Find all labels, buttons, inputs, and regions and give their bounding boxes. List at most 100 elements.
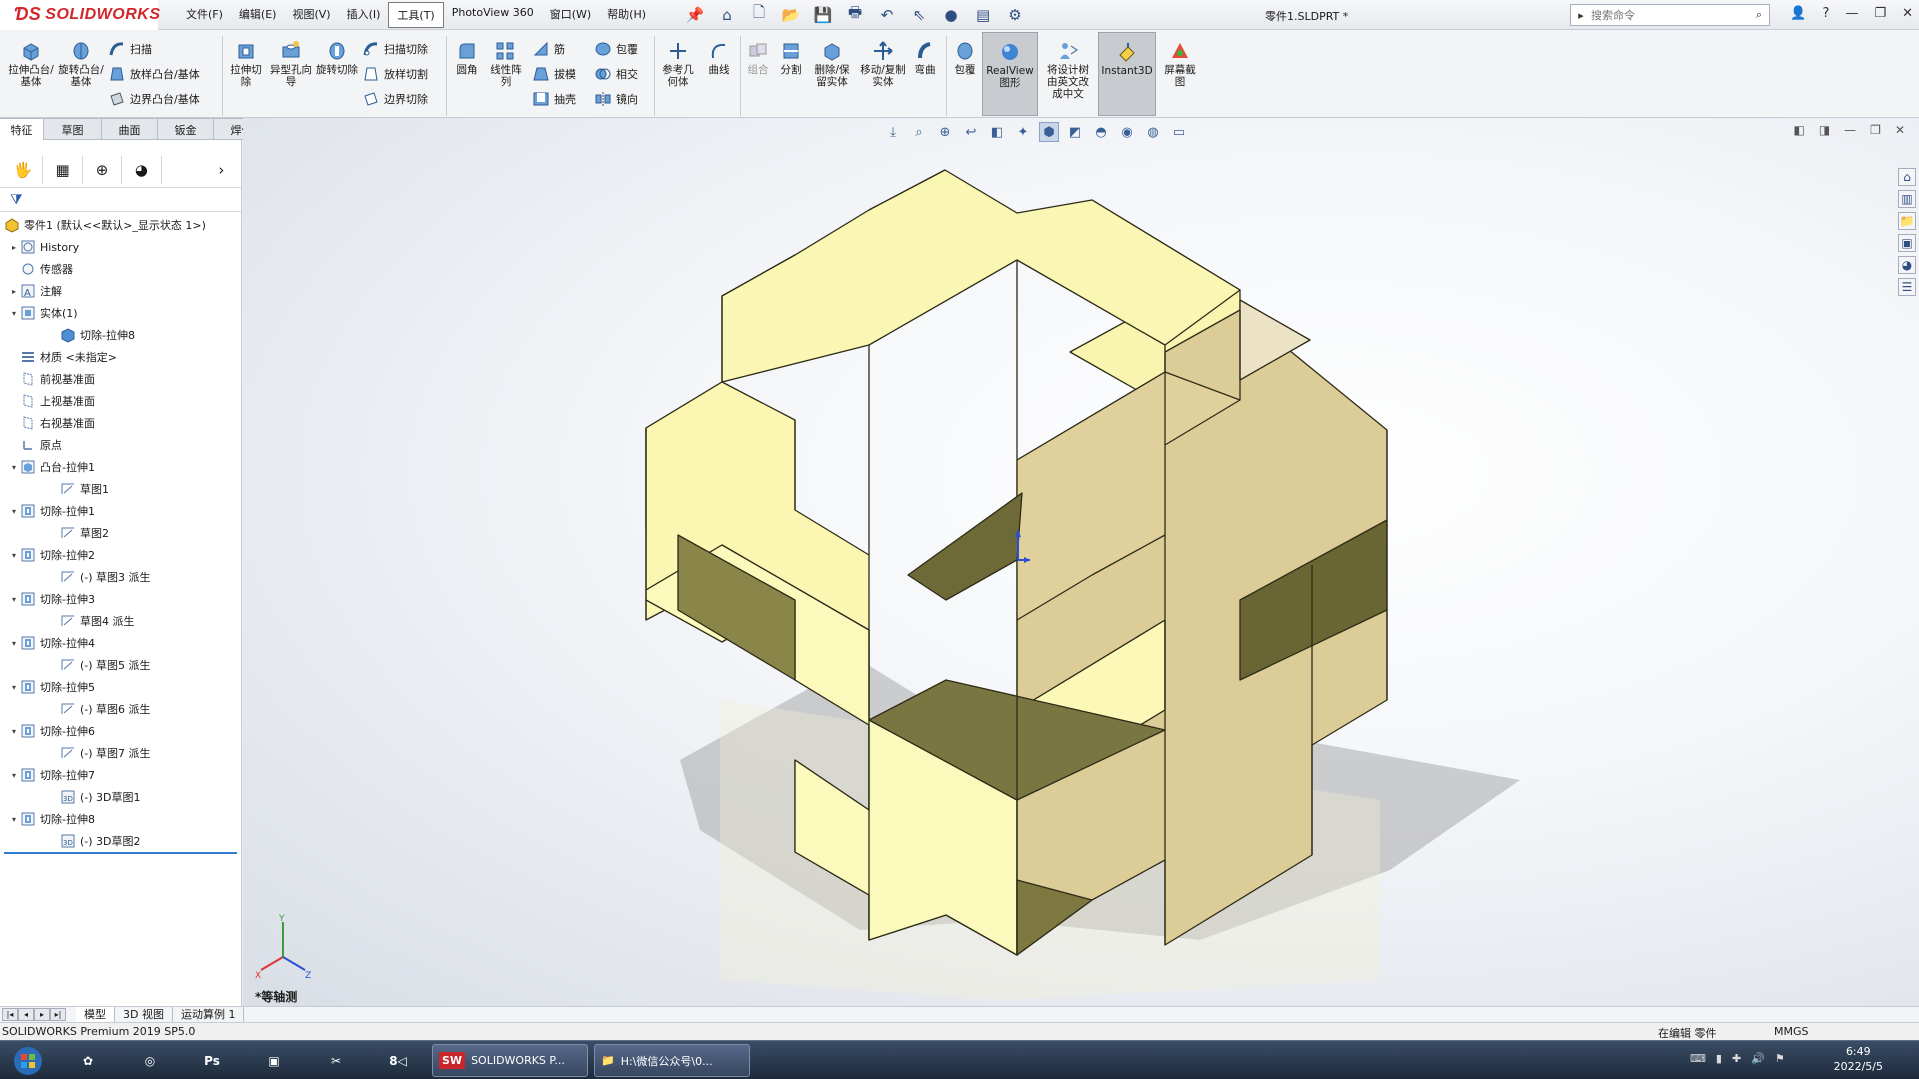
tree-node[interactable]: 草图1 — [0, 478, 241, 500]
expand-panel-icon[interactable]: › — [202, 156, 241, 184]
tree-node[interactable]: 右视基准面 — [0, 412, 241, 434]
tree-node[interactable]: ▾ 切除-拉伸7 — [0, 764, 241, 786]
translate-tree-button[interactable]: 将设计树由英文改成中文 — [1042, 40, 1094, 100]
expand-arrow-icon[interactable]: ▸ — [8, 243, 20, 252]
tree-node[interactable]: 原点 — [0, 434, 241, 456]
expand-arrow-icon[interactable]: ▾ — [8, 309, 20, 318]
expand-arrow-icon[interactable]: ▾ — [8, 771, 20, 780]
keyboard-icon[interactable]: ⌨ — [1690, 1052, 1706, 1065]
tools-app-icon[interactable]: ✂ — [314, 1044, 358, 1077]
notification-icon[interactable]: ⚑ — [1775, 1052, 1785, 1065]
expand-arrow-icon[interactable]: ▾ — [8, 595, 20, 604]
media-app-icon[interactable]: ▣ — [252, 1044, 296, 1077]
tree-node[interactable]: 3D (-) 3D草图1 — [0, 786, 241, 808]
3d-part-model[interactable] — [243, 118, 1919, 1006]
minimize-icon[interactable]: — — [1845, 6, 1858, 21]
tree-node[interactable]: ▾ 切除-拉伸5 — [0, 676, 241, 698]
tree-node[interactable]: ▾ 凸台-拉伸1 — [0, 456, 241, 478]
tree-node[interactable]: ▾ 切除-拉伸2 — [0, 544, 241, 566]
prev-tab-icon[interactable]: ◂ — [18, 1008, 34, 1021]
recorder-app-icon[interactable]: 8◁ — [376, 1044, 420, 1077]
menu-item[interactable]: 文件(F) — [178, 2, 231, 28]
menu-item[interactable]: 窗口(W) — [542, 2, 599, 28]
tree-node[interactable]: 零件1 (默认<<默认>_显示状态 1>) — [0, 214, 241, 236]
open-icon[interactable]: 📂 — [780, 5, 802, 25]
menu-item[interactable]: 编辑(E) — [231, 2, 285, 28]
security-icon[interactable]: ✚ — [1732, 1052, 1741, 1065]
tree-node[interactable]: 材质 <未指定> — [0, 346, 241, 368]
start-button[interactable] — [4, 1044, 52, 1077]
revolve-cut-button[interactable]: 旋转切除 — [316, 40, 358, 76]
property-manager-tab-icon[interactable]: ▦ — [43, 155, 83, 184]
lofted-cut-button[interactable]: 放样切割 — [362, 65, 428, 83]
split-button[interactable]: 分割 — [776, 40, 806, 76]
move-copy-body-button[interactable]: 移动/复制实体 — [860, 40, 906, 88]
tree-node[interactable]: (-) 草图7 派生 — [0, 742, 241, 764]
sweep-button[interactable]: 扫描 — [108, 40, 152, 58]
tree-node[interactable]: ▸ A 注解 — [0, 280, 241, 302]
menu-item[interactable]: 帮助(H) — [599, 2, 654, 28]
first-tab-icon[interactable]: |◂ — [2, 1008, 18, 1021]
solidworks-logo[interactable]: ƊS SOLIDWORKS — [0, 0, 160, 30]
mirror-button[interactable]: 镜向 — [594, 90, 638, 108]
user-icon[interactable]: 👤 — [1790, 6, 1806, 21]
last-tab-icon[interactable]: ▸| — [50, 1008, 66, 1021]
rollback-bar[interactable] — [4, 852, 237, 854]
bottom-tab[interactable]: 运动算例 1 — [173, 1006, 245, 1023]
rib-button[interactable]: 筋 — [532, 40, 565, 58]
help-icon[interactable]: ? — [1823, 6, 1830, 21]
configuration-manager-tab-icon[interactable]: ⊕ — [83, 155, 123, 184]
feature-tree-tab-icon[interactable]: 🖐 — [4, 155, 44, 184]
extrude-cut-button[interactable]: 拉伸切除 — [226, 40, 266, 88]
tree-node[interactable]: (-) 草图5 派生 — [0, 654, 241, 676]
print-icon[interactable]: 🖶 — [844, 3, 866, 25]
tree-node[interactable]: 草图4 派生 — [0, 610, 241, 632]
tree-node[interactable]: 传感器 — [0, 258, 241, 280]
restore-icon[interactable]: ❐ — [1874, 6, 1886, 21]
instant3d-button[interactable]: Instant3D — [1098, 32, 1156, 116]
expand-arrow-icon[interactable]: ▾ — [8, 683, 20, 692]
expand-arrow-icon[interactable]: ▾ — [8, 639, 20, 648]
new-document-icon[interactable]: 🗋 — [748, 3, 770, 25]
menu-item[interactable]: 插入(I) — [339, 2, 389, 28]
system-clock[interactable]: 6:49 2022/5/5 — [1834, 1044, 1883, 1074]
tree-node[interactable]: 切除-拉伸8 — [0, 324, 241, 346]
browser-app-icon[interactable]: ◎ — [128, 1044, 172, 1077]
intersect-button[interactable]: 相交 — [594, 65, 638, 83]
expand-arrow-icon[interactable]: ▾ — [8, 507, 20, 516]
tree-node[interactable]: ▾ 切除-拉伸4 — [0, 632, 241, 654]
menu-item[interactable]: 工具(T) — [388, 1, 444, 28]
tree-node[interactable]: 3D (-) 3D草图2 — [0, 830, 241, 852]
menu-item[interactable]: PhotoView 360 — [444, 2, 542, 28]
network-icon[interactable]: ▮ — [1716, 1052, 1722, 1065]
extrude-boss-button[interactable]: 拉伸凸台/基体 — [8, 40, 54, 88]
traffic-light-icon[interactable]: ● — [940, 5, 962, 25]
file-properties-icon[interactable]: ▤ — [972, 5, 994, 25]
photos-app-icon[interactable]: ✿ — [66, 1044, 110, 1077]
tree-node[interactable]: 上视基准面 — [0, 390, 241, 412]
appearance-tab-icon[interactable]: ◕ — [122, 155, 162, 184]
wrap2-button[interactable]: 包覆 — [950, 40, 980, 76]
tab-command[interactable]: 草图 — [44, 118, 102, 140]
screenshot-button[interactable]: 屏幕截图 — [1160, 40, 1200, 88]
photoshop-app-icon[interactable]: Ps — [190, 1044, 234, 1077]
tree-node[interactable]: ▾ 切除-拉伸6 — [0, 720, 241, 742]
tree-node[interactable]: ▾ 切除-拉伸1 — [0, 500, 241, 522]
units-selector[interactable]: MMGS — [1774, 1025, 1809, 1038]
hole-wizard-button[interactable]: 异型孔向导 — [270, 40, 312, 88]
curves-button[interactable]: 曲线 — [702, 40, 736, 76]
tree-node[interactable]: ▸ History — [0, 236, 241, 258]
bottom-tab[interactable]: 3D 视图 — [115, 1006, 173, 1023]
revolve-boss-button[interactable]: 旋转凸台/基体 — [58, 40, 104, 88]
swept-cut-button[interactable]: 扫描切除 — [362, 40, 428, 58]
tree-node[interactable]: ▾ 切除-拉伸3 — [0, 588, 241, 610]
shell-button[interactable]: 抽壳 — [532, 90, 576, 108]
tree-node[interactable]: 前视基准面 — [0, 368, 241, 390]
expand-arrow-icon[interactable]: ▾ — [8, 815, 20, 824]
draft-button[interactable]: 拔模 — [532, 65, 576, 83]
tab-command[interactable]: 钣金 — [158, 118, 214, 140]
expand-arrow-icon[interactable]: ▸ — [8, 287, 20, 296]
select-icon[interactable]: ⇖ — [908, 5, 930, 25]
tree-node[interactable]: (-) 草图3 派生 — [0, 566, 241, 588]
tree-node[interactable]: 草图2 — [0, 522, 241, 544]
